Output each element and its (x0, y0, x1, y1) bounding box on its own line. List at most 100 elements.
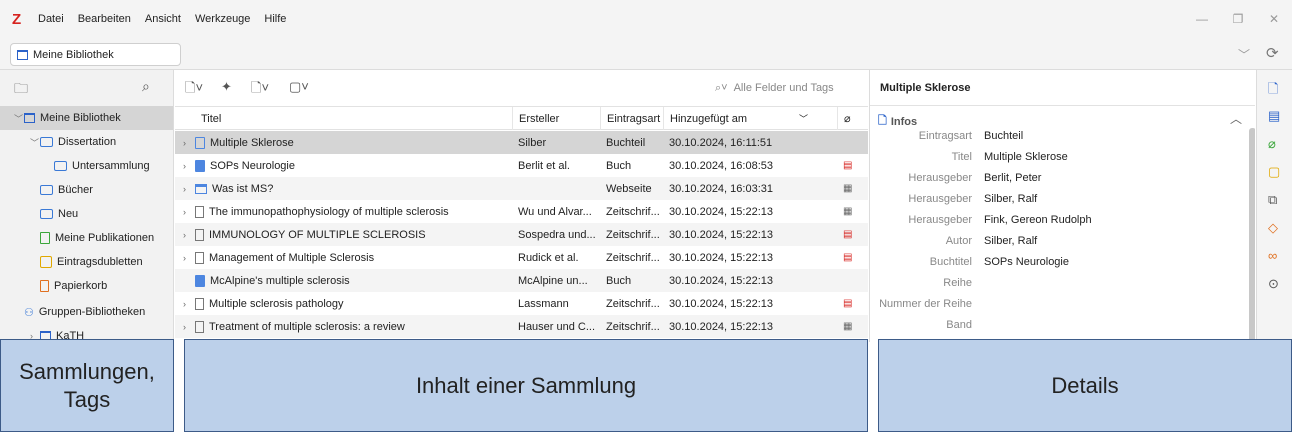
item-details-pane: Multiple Sklerose 🗋 Infos ︿ Eintragsart … (869, 70, 1255, 342)
menu-bearbeiten[interactable]: Bearbeiten (78, 13, 131, 25)
table-row[interactable]: McAlpine's multiple sclerosis McAlpine u… (175, 269, 868, 292)
table-row[interactable]: › IMMUNOLOGY OF MULTIPLE SCLEROSIS Sosped… (175, 223, 868, 246)
field-value[interactable]: Silber, Ralf (984, 193, 1037, 205)
column-date-added[interactable]: Hinzugefügt am ﹀ (663, 107, 813, 130)
menu-hilfe[interactable]: Hilfe (264, 13, 286, 25)
annotation-details: Details (878, 339, 1292, 432)
new-note-icon[interactable]: ▢˅ (289, 79, 309, 95)
table-row[interactable]: › Treatment of multiple sclerosis: a revi… (175, 315, 868, 338)
field-value[interactable]: Fink, Gereon Rudolph (984, 214, 1092, 226)
chevron-down-icon[interactable]: ﹀ (14, 112, 24, 125)
field-value[interactable]: Silber, Ralf (984, 235, 1037, 247)
libraries-collections-icon[interactable]: ⧉ (1268, 192, 1277, 208)
my-publications[interactable]: Meine Publikationen (0, 226, 173, 250)
chevron-right-icon[interactable]: › (183, 207, 195, 217)
pdf-icon[interactable]: ▤ (843, 223, 852, 246)
chevron-right-icon[interactable]: › (183, 138, 195, 148)
details-scrollbar[interactable] (1249, 128, 1255, 342)
notes-icon[interactable]: ▢ (1268, 164, 1280, 180)
snapshot-icon[interactable]: ▦ (843, 177, 852, 200)
publications-icon (40, 232, 50, 244)
annotation-collection-contents: Inhalt einer Sammlung (184, 339, 868, 432)
minimize-button[interactable]: — (1184, 12, 1220, 26)
table-row[interactable]: › Management of Multiple Sclerosis Rudick… (175, 246, 868, 269)
library-tab[interactable]: Meine Bibliothek (10, 43, 181, 66)
paperclip-icon[interactable]: ⌀ (837, 107, 868, 130)
pdf-icon[interactable]: ▤ (843, 292, 852, 315)
field-row: Herausgeber Fink, Gereon Rudolph (870, 210, 1250, 231)
item-creator: Rudick et al. (518, 251, 579, 264)
book-icon (195, 159, 205, 172)
field-value[interactable]: Buchteil (984, 130, 1023, 142)
chevron-right-icon[interactable]: › (183, 299, 195, 309)
item-creator: Silber (518, 136, 547, 149)
menu-datei[interactable]: Datei (38, 13, 64, 25)
collection-untersammlung[interactable]: Untersammlung (0, 154, 173, 178)
pdf-icon[interactable]: ▤ (843, 154, 852, 177)
folder-icon (40, 137, 53, 147)
maximize-button[interactable]: ❐ (1220, 12, 1256, 26)
chevron-right-icon[interactable]: › (183, 253, 195, 263)
trash[interactable]: Papierkorb (0, 274, 173, 298)
item-type: Zeitschrif... (606, 251, 660, 264)
column-item-type[interactable]: Eintragsart (600, 107, 663, 130)
item-date: 30.10.2024, 16:08:53 (669, 159, 773, 172)
chevron-right-icon[interactable]: › (183, 322, 195, 332)
chevron-right-icon[interactable]: › (183, 230, 195, 240)
table-row[interactable]: › Multiple Sklerose Silber Buchteil 30.10… (175, 131, 868, 154)
saved-search-buecher[interactable]: Bücher (0, 178, 173, 202)
table-row[interactable]: › The immunopathophysiology of multiple s… (175, 200, 868, 223)
field-row: Herausgeber Silber, Ralf (870, 189, 1250, 210)
locate-icon[interactable]: ⊙ (1268, 276, 1279, 292)
field-value[interactable]: SOPs Neurologie (984, 256, 1069, 268)
table-row[interactable]: › Was ist MS? Webseite 30.10.2024, 16:03:… (175, 177, 868, 200)
saved-search-neu[interactable]: Neu (0, 202, 173, 226)
paperclip-icon[interactable]: ⌀ (1268, 136, 1276, 152)
pdf-icon[interactable]: ▤ (843, 246, 852, 269)
collection-label: Untersammlung (72, 160, 150, 172)
collections-toolbar: 🗀 ⌕ (0, 70, 173, 106)
collection-label: Dissertation (58, 136, 117, 148)
field-value[interactable]: Multiple Sklerose (984, 151, 1068, 163)
column-creator[interactable]: Ersteller (512, 107, 600, 130)
close-button[interactable]: ✕ (1256, 12, 1292, 26)
new-collection-icon[interactable]: 🗀 (14, 78, 28, 102)
related-icon[interactable]: ∞ (1268, 248, 1277, 263)
attachment-add-icon[interactable]: 🗋˅ (251, 79, 269, 101)
field-row: Eintragsart Buchteil (870, 126, 1250, 147)
snapshot-icon[interactable]: ▦ (843, 200, 852, 223)
info-icon[interactable]: 🗋 (1268, 80, 1278, 102)
sync-icon[interactable]: ⟳ (1266, 44, 1279, 62)
chevron-right-icon[interactable]: › (183, 161, 195, 171)
search-input[interactable]: ⌕˅ Alle Felder und Tags (715, 77, 865, 99)
collection-label: Bücher (58, 184, 93, 196)
chevron-up-icon[interactable]: ︿ (1230, 110, 1242, 127)
field-value[interactable]: Berlit, Peter (984, 172, 1041, 184)
abstract-icon[interactable]: ▤ (1268, 108, 1280, 124)
field-label: Titel (951, 151, 972, 163)
chevron-right-icon[interactable]: › (183, 184, 195, 194)
article-icon (195, 228, 204, 241)
chevron-down-icon[interactable]: ﹀ (1238, 46, 1250, 63)
snapshot-icon[interactable]: ▦ (843, 315, 852, 338)
item-title: Management of Multiple Sclerosis (209, 251, 375, 264)
item-date: 30.10.2024, 15:22:13 (669, 320, 773, 333)
menu-werkzeuge[interactable]: Werkzeuge (195, 13, 250, 25)
item-title: Multiple Sklerose (210, 136, 294, 149)
item-title: Treatment of multiple sclerosis: a revie… (209, 320, 405, 333)
menu-ansicht[interactable]: Ansicht (145, 13, 181, 25)
field-row: Autor Silber, Ralf (870, 231, 1250, 252)
collection-dissertation[interactable]: ﹀ Dissertation (0, 130, 173, 154)
collection-my-library[interactable]: ﹀ Meine Bibliothek (0, 106, 173, 130)
chevron-down-icon[interactable]: ﹀ (30, 136, 40, 149)
new-item-icon[interactable]: 🗋˅ (185, 79, 203, 101)
item-date: 30.10.2024, 15:22:13 (669, 297, 773, 310)
search-icon[interactable]: ⌕ (142, 78, 150, 95)
field-label: Eintragsart (918, 130, 972, 142)
magic-wand-icon[interactable]: ✦ (221, 79, 232, 95)
table-row[interactable]: › Multiple sclerosis pathology Lassmann Z… (175, 292, 868, 315)
tag-icon[interactable]: ◇ (1268, 220, 1278, 236)
column-title[interactable]: Titel (175, 107, 512, 130)
table-row[interactable]: › SOPs Neurologie Berlit et al. Buch 30.1… (175, 154, 868, 177)
duplicate-items[interactable]: Eintragsdubletten (0, 250, 173, 274)
